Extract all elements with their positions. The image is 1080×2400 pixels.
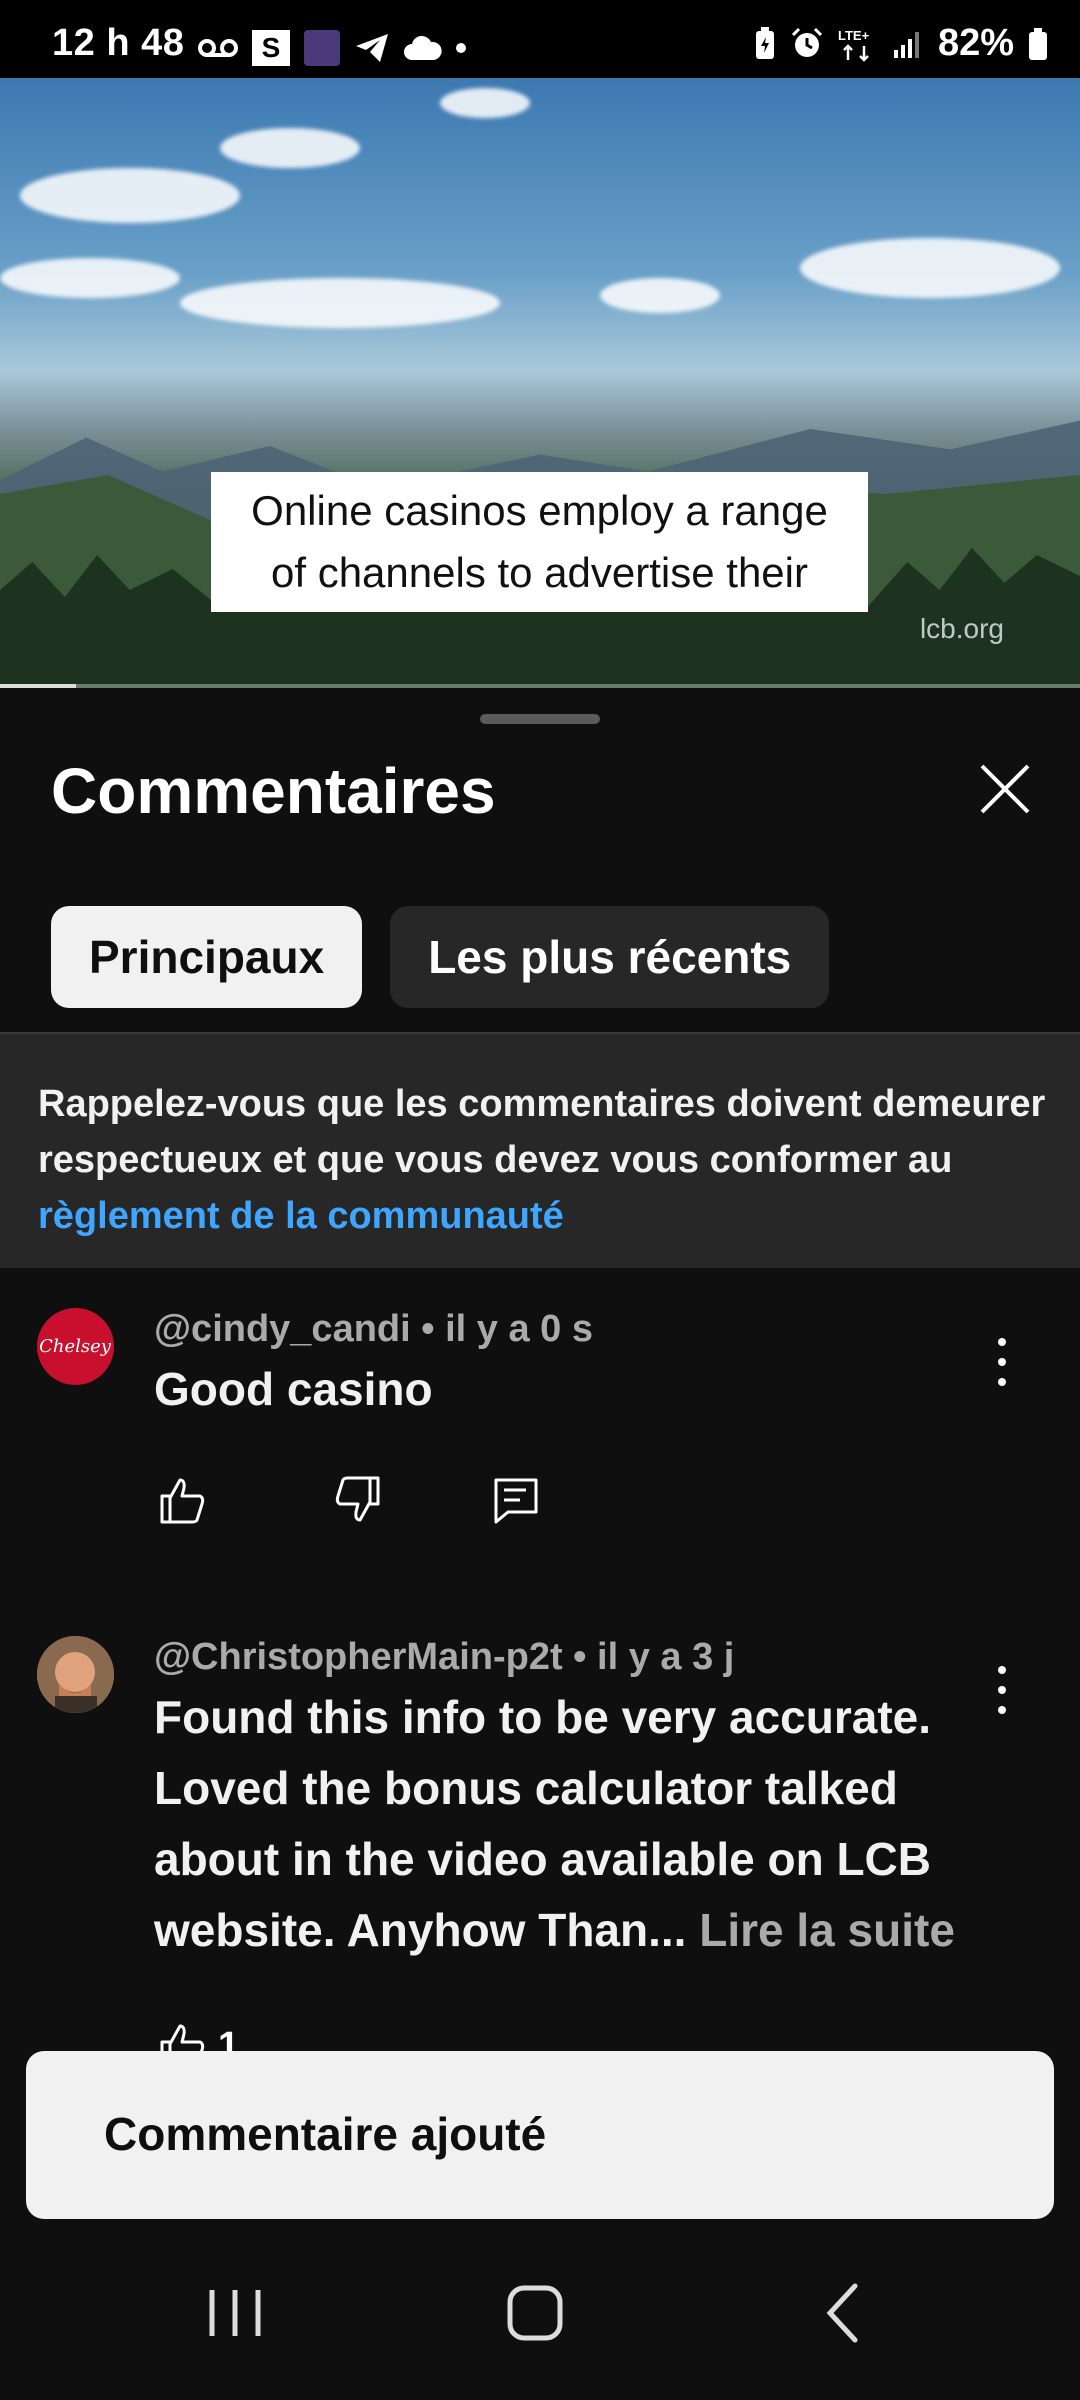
status-bar: 12 h 48 S LTE+ 82% bbox=[0, 0, 1080, 78]
comment-text: Found this info to be very accurate. Lov… bbox=[154, 1682, 984, 1966]
thumb-up-icon[interactable] bbox=[154, 1472, 210, 1528]
notice-body: Rappelez-vous que les commentaires doive… bbox=[38, 1083, 1046, 1181]
person-photo-icon bbox=[37, 1636, 114, 1713]
video-watermark: lcb.org bbox=[919, 613, 1004, 644]
comment-author[interactable]: @ChristopherMain-p2t bbox=[154, 1636, 563, 1678]
notice-text: Rappelez-vous que les commentaires doive… bbox=[38, 1076, 1048, 1244]
more-vert-icon[interactable] bbox=[990, 1338, 1014, 1386]
back-icon[interactable] bbox=[800, 2268, 890, 2358]
tab-principaux[interactable]: Principaux bbox=[51, 906, 363, 1008]
svg-text:LTE+: LTE+ bbox=[838, 28, 870, 43]
battery-icon bbox=[1029, 27, 1047, 60]
status-time: 12 h 48 bbox=[52, 22, 185, 64]
comment-text: Good casino bbox=[154, 1363, 433, 1415]
avatar-logo-text: Chelsey bbox=[39, 1336, 112, 1357]
read-more-link[interactable]: Lire la suite bbox=[699, 1904, 955, 1956]
comment-item: Chelsey @cindy_candi • il y a 0 s Good c… bbox=[0, 1308, 1080, 1588]
comments-title: Commentaires bbox=[51, 755, 496, 827]
cloud-shape bbox=[220, 128, 360, 168]
sort-tabs: Principaux Les plus récents bbox=[51, 906, 830, 1008]
more-vert-icon[interactable] bbox=[990, 1666, 1014, 1714]
close-icon[interactable] bbox=[970, 754, 1040, 824]
home-icon[interactable] bbox=[490, 2268, 580, 2358]
notification-icons: S bbox=[198, 30, 466, 66]
avatar[interactable]: Chelsey bbox=[37, 1308, 114, 1385]
avatar[interactable] bbox=[37, 1636, 114, 1713]
comment-meta: @cindy_candi • il y a 0 s bbox=[154, 1308, 593, 1350]
comment-author[interactable]: @cindy_candi bbox=[154, 1308, 411, 1350]
cloud-shape bbox=[20, 168, 240, 223]
cloud-shape bbox=[180, 278, 500, 328]
cloud-shape bbox=[600, 278, 720, 313]
alarm-icon bbox=[791, 27, 822, 57]
drag-handle[interactable] bbox=[480, 714, 600, 724]
voicemail-icon bbox=[198, 39, 238, 57]
lte-icon: LTE+ bbox=[838, 28, 870, 62]
video-player[interactable]: Online casinos employ a range of channel… bbox=[0, 78, 1080, 688]
s-app-icon: S bbox=[252, 30, 290, 66]
tab-plus-recents[interactable]: Les plus récents bbox=[390, 906, 830, 1008]
cloud-icon bbox=[404, 35, 442, 60]
comment-item: @ChristopherMain-p2t • il y a 3 j Found … bbox=[0, 1636, 1080, 2070]
caption-line: of channels to advertise their bbox=[271, 549, 808, 596]
comment-actions bbox=[154, 1472, 544, 1528]
system-icons: LTE+ 82% bbox=[754, 22, 1048, 65]
cloud-shape bbox=[440, 88, 530, 118]
system-nav-bar bbox=[0, 2220, 1080, 2400]
cloud-shape bbox=[800, 238, 1060, 298]
battery-saver-icon bbox=[755, 26, 774, 59]
cloud-shape bbox=[0, 258, 180, 298]
brain-icon bbox=[304, 30, 340, 66]
reply-icon[interactable] bbox=[488, 1472, 544, 1528]
thumb-down-icon[interactable] bbox=[330, 1472, 386, 1528]
more-notifications-dot bbox=[456, 43, 466, 53]
comment-time: il y a 0 s bbox=[445, 1308, 593, 1350]
comment-meta: @ChristopherMain-p2t • il y a 3 j bbox=[154, 1636, 735, 1678]
community-guidelines-link[interactable]: règlement de la communauté bbox=[38, 1195, 564, 1237]
comment-time: il y a 3 j bbox=[597, 1636, 735, 1678]
snackbar-text: Commentaire ajouté bbox=[104, 2108, 547, 2160]
battery-percent: 82% bbox=[937, 22, 1014, 64]
chelsey-logo-icon: Chelsey bbox=[37, 1308, 114, 1385]
telegram-icon bbox=[356, 34, 388, 62]
caption-line: Online casinos employ a range bbox=[251, 487, 828, 534]
signal-icon bbox=[893, 31, 919, 58]
community-notice: Rappelez-vous que les commentaires doive… bbox=[0, 1032, 1080, 1268]
video-caption: Online casinos employ a range of channel… bbox=[211, 472, 868, 612]
snackbar: Commentaire ajouté bbox=[26, 2051, 1054, 2219]
recents-icon[interactable] bbox=[190, 2268, 280, 2358]
